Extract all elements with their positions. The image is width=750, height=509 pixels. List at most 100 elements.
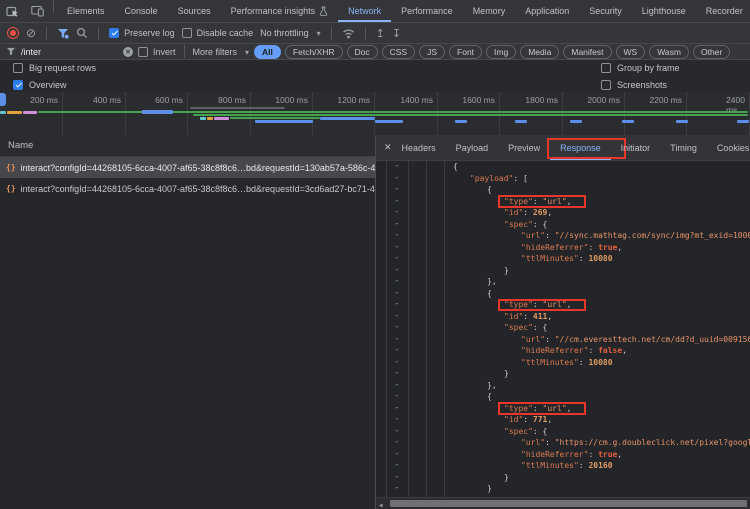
fold-marker-icon[interactable] — [394, 219, 399, 231]
fold-marker-icon[interactable] — [394, 265, 399, 277]
fold-marker-icon[interactable] — [394, 311, 399, 323]
tab-performance-insights[interactable]: Performance insights — [221, 0, 339, 22]
checkbox[interactable] — [13, 80, 23, 90]
overview-checkbox[interactable]: Overview — [13, 80, 67, 90]
filter-pill-css[interactable]: CSS — [382, 45, 415, 59]
fold-marker-icon[interactable] — [394, 253, 399, 265]
code-token: }, — [487, 277, 497, 286]
fold-marker-icon[interactable] — [394, 460, 399, 472]
tab-recorder[interactable]: Recorder — [696, 0, 750, 22]
fold-marker-icon[interactable] — [394, 472, 399, 484]
fold-marker-icon[interactable] — [394, 230, 399, 242]
disable-cache-checkbox[interactable]: Disable cache — [182, 28, 254, 38]
tab-sources[interactable]: Sources — [168, 0, 221, 22]
detail-tab-response[interactable]: Response — [550, 135, 611, 160]
network-conditions-button[interactable] — [342, 28, 355, 39]
network-request-row[interactable]: interact?configId=44268105-6cca-4007-af6… — [0, 178, 375, 199]
filter-pill-other[interactable]: Other — [693, 45, 730, 59]
search-button[interactable] — [76, 27, 88, 39]
detail-tab-timing[interactable]: Timing — [660, 135, 707, 160]
fold-marker-icon[interactable] — [394, 322, 399, 334]
filter-pill-manifest[interactable]: Manifest — [563, 45, 611, 59]
inspect-element-button[interactable] — [0, 0, 25, 22]
checkbox[interactable] — [138, 47, 148, 57]
response-code-viewer[interactable]: {"payload": [{"type": "url","id": 269,"s… — [376, 161, 750, 509]
detail-tab-initiator[interactable]: Initiator — [611, 135, 661, 160]
scrollbar-thumb[interactable] — [390, 500, 747, 507]
filter-pill-js[interactable]: JS — [419, 45, 445, 59]
fold-marker-icon[interactable] — [394, 242, 399, 254]
filter-pill-all[interactable]: All — [254, 45, 281, 59]
scroll-left-icon[interactable] — [379, 500, 383, 509]
fold-marker-icon[interactable] — [394, 207, 399, 219]
filter-input[interactable]: /inter — [21, 47, 133, 57]
filter-pill-wasm[interactable]: Wasm — [649, 45, 689, 59]
fold-marker-icon[interactable] — [394, 380, 399, 392]
tab-performance[interactable]: Performance — [391, 0, 463, 22]
big-request-rows-checkbox[interactable]: Big request rows — [13, 63, 96, 73]
detail-tab-payload[interactable]: Payload — [446, 135, 499, 160]
fold-marker-icon[interactable] — [394, 426, 399, 438]
fold-marker-icon[interactable] — [394, 391, 399, 403]
tab-application[interactable]: Application — [515, 0, 579, 22]
filter-pill-img[interactable]: Img — [486, 45, 516, 59]
invert-filter-checkbox[interactable]: Invert — [138, 47, 176, 57]
export-har-button[interactable] — [392, 27, 401, 40]
tab-console[interactable]: Console — [115, 0, 168, 22]
detail-tab-preview[interactable]: Preview — [498, 135, 550, 160]
filter-toggle-button[interactable] — [57, 28, 69, 39]
fold-marker-icon[interactable] — [394, 449, 399, 461]
name-column-header[interactable]: Name — [0, 135, 375, 157]
fold-marker-icon[interactable] — [394, 414, 399, 426]
checkbox[interactable] — [601, 80, 611, 90]
tab-security[interactable]: Security — [579, 0, 632, 22]
fold-marker-icon[interactable] — [394, 288, 399, 300]
throttling-select[interactable]: No throttling — [260, 28, 321, 38]
fold-marker-icon[interactable] — [394, 357, 399, 369]
device-toolbar-button[interactable] — [25, 0, 50, 22]
record-network-log-button[interactable] — [7, 27, 19, 39]
detail-tab-cookies[interactable]: Cookies — [707, 135, 750, 160]
fold-marker-icon[interactable] — [394, 403, 399, 415]
fold-marker-icon[interactable] — [394, 196, 399, 208]
code-token: }, — [487, 381, 497, 390]
close-icon[interactable] — [384, 142, 392, 153]
checkbox[interactable] — [601, 63, 611, 73]
checkbox[interactable] — [182, 28, 192, 38]
detail-tab-headers[interactable]: Headers — [392, 135, 446, 160]
checkbox[interactable] — [109, 28, 119, 38]
fold-marker-icon[interactable] — [394, 276, 399, 288]
fold-marker-icon[interactable] — [394, 334, 399, 346]
fold-marker-icon[interactable] — [394, 161, 399, 173]
overview-range-handle[interactable] — [0, 93, 6, 106]
horizontal-scrollbar[interactable] — [376, 497, 750, 509]
filter-pill-doc[interactable]: Doc — [347, 45, 378, 59]
clear-filter-icon[interactable] — [123, 47, 133, 57]
code-token: { — [487, 185, 492, 194]
fold-marker-icon[interactable] — [394, 437, 399, 449]
filter-pill-fetch-xhr[interactable]: Fetch/XHR — [285, 45, 343, 59]
tab-lighthouse[interactable]: Lighthouse — [632, 0, 696, 22]
filter-pill-ws[interactable]: WS — [616, 45, 646, 59]
pill-label: Font — [457, 47, 474, 57]
fold-marker-icon[interactable] — [394, 483, 399, 495]
fold-marker-icon[interactable] — [394, 184, 399, 196]
network-request-row[interactable]: interact?configId=44268105-6cca-4007-af6… — [0, 157, 375, 178]
fold-marker-icon[interactable] — [394, 345, 399, 357]
preserve-log-checkbox[interactable]: Preserve log — [109, 28, 175, 38]
tab-memory[interactable]: Memory — [463, 0, 516, 22]
more-filters-dropdown[interactable]: More filters — [193, 47, 250, 57]
tab-network[interactable]: Network — [338, 0, 391, 22]
checkbox[interactable] — [13, 63, 23, 73]
screenshots-checkbox[interactable]: Screenshots — [601, 80, 667, 90]
network-overview-timeline[interactable]: 200 ms400 ms600 ms800 ms1000 ms1200 ms14… — [0, 92, 750, 136]
fold-marker-icon[interactable] — [394, 368, 399, 380]
filter-pill-font[interactable]: Font — [449, 45, 482, 59]
tab-elements[interactable]: Elements — [57, 0, 115, 22]
clear-network-log-button[interactable] — [26, 26, 36, 40]
fold-marker-icon[interactable] — [394, 299, 399, 311]
group-by-frame-checkbox[interactable]: Group by frame — [601, 63, 680, 73]
filter-pill-media[interactable]: Media — [520, 45, 559, 59]
import-har-button[interactable] — [376, 27, 385, 40]
fold-marker-icon[interactable] — [394, 173, 399, 185]
